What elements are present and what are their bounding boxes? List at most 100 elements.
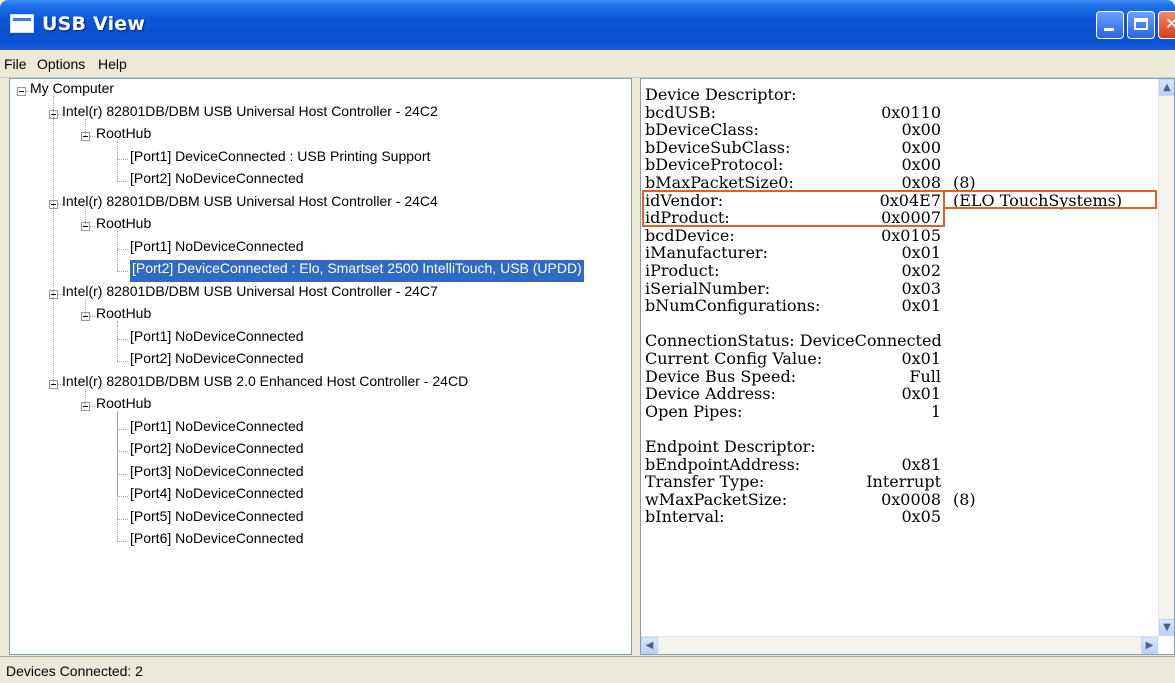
minimize-button[interactable] <box>1096 11 1124 39</box>
descriptor-line: bEndpointAddress: 0x81 <box>645 454 1155 474</box>
descriptor-value: 0x00 <box>901 137 941 157</box>
descriptor-value: 0x03 <box>901 278 941 298</box>
tree-item[interactable]: RootHub <box>96 125 151 147</box>
scroll-left-arrow-icon[interactable]: ◀ <box>641 637 658 654</box>
descriptor-value: 0x02 <box>901 261 941 280</box>
usb-view-app-icon <box>10 14 34 33</box>
tree-connector <box>117 519 128 520</box>
pane-splitter[interactable] <box>632 78 640 655</box>
descriptor-value: 0x01 <box>901 243 941 263</box>
descriptor-field: wMaxPacketSize: <box>645 489 788 509</box>
tree-connector <box>85 389 86 406</box>
descriptor-field: bDeviceProtocol: <box>645 155 784 175</box>
tree-connector <box>90 316 95 317</box>
descriptor-value: 0x00 <box>901 155 941 175</box>
descriptor-field: Device Descriptor: <box>645 85 797 104</box>
tree-item[interactable]: [Port2] NoDeviceConnected <box>130 440 304 462</box>
scroll-up-arrow-icon[interactable]: ▲ <box>1159 79 1174 96</box>
descriptor-line <box>645 314 1155 332</box>
menu-file[interactable]: File <box>4 56 27 72</box>
tree-item[interactable]: Intel(r) 82801DB/DBM USB Universal Host … <box>62 103 438 125</box>
descriptor-value: 0x01 <box>901 296 941 316</box>
descriptor-value: 0x01 <box>901 349 941 368</box>
descriptor-field: bcdUSB: <box>645 102 717 122</box>
tree-item[interactable]: [Port2] NoDeviceConnected <box>130 170 304 192</box>
tree-connector <box>117 271 128 272</box>
tree-connector <box>117 249 128 250</box>
tree-item[interactable]: RootHub <box>96 305 151 327</box>
tree-connector <box>90 406 95 407</box>
tree-connector <box>117 411 118 541</box>
descriptor-field: bDeviceClass: <box>645 120 759 140</box>
descriptor-line <box>645 419 1155 437</box>
tree-item[interactable]: Intel(r) 82801DB/DBM USB 2.0 Enhanced Ho… <box>62 373 468 395</box>
descriptor-value: 1 <box>930 401 941 421</box>
tree-item[interactable]: [Port2] NoDeviceConnected <box>130 350 304 372</box>
menu-help[interactable]: Help <box>98 56 127 72</box>
tree-item[interactable]: [Port1] DeviceConnected : USB Printing S… <box>130 148 430 170</box>
tree-connector <box>117 451 128 452</box>
tree-connector <box>117 159 128 160</box>
tree-item[interactable]: [Port1] NoDeviceConnected <box>130 238 304 260</box>
tree-item[interactable]: [Port1] NoDeviceConnected <box>130 328 304 350</box>
tree-item[interactable]: Intel(r) 82801DB/DBM USB Universal Host … <box>62 193 438 215</box>
tree-item[interactable]: [Port3] NoDeviceConnected <box>130 463 304 485</box>
descriptor-field: Device Bus Speed: <box>645 366 797 386</box>
status-bar: Devices Connected: 2 <box>0 656 1175 683</box>
descriptor-line: Transfer Type: Interrupt <box>645 472 1155 492</box>
scroll-right-arrow-icon[interactable]: ▶ <box>1141 637 1158 654</box>
tree-item[interactable]: [Port1] NoDeviceConnected <box>130 418 304 440</box>
close-button[interactable] <box>1158 11 1175 39</box>
tree-connector <box>85 119 86 136</box>
descriptor-line: bInterval: 0x05 <box>645 507 1155 527</box>
descriptor-line: Open Pipes: 1 <box>645 401 1155 421</box>
descriptor-line: iProduct: 0x02 <box>645 261 1155 280</box>
descriptor-extra: (8) <box>953 489 976 509</box>
descriptor-field: bInterval: <box>645 507 725 527</box>
descriptor-line: iManufacturer: 0x01 <box>645 243 1155 263</box>
descriptor-line: bMaxPacketSize0: 0x08 (8) <box>645 173 1155 192</box>
menu-options[interactable]: Options <box>37 56 85 72</box>
tree-item[interactable]: [Port4] NoDeviceConnected <box>130 485 304 507</box>
descriptor-field: iManufacturer: <box>645 243 768 263</box>
descriptor-field: ConnectionStatus: DeviceConnected <box>645 331 942 351</box>
descriptor-value: 0x0110 <box>881 102 941 122</box>
descriptor-field: bDeviceSubClass: <box>645 137 791 157</box>
descriptor-line: wMaxPacketSize: 0x0008 (8) <box>645 489 1155 509</box>
descriptor-value: 0x00 <box>901 120 941 140</box>
tree-connector <box>85 299 86 316</box>
descriptor-field: bNumConfigurations: <box>645 296 821 316</box>
descriptor-line: bDeviceSubClass: 0x00 <box>645 137 1155 157</box>
device-tree[interactable]: My Computer Intel(r) 82801DB/DBM USB Univ… <box>9 78 632 655</box>
descriptor-value: 0x05 <box>901 507 941 527</box>
horizontal-scrollbar[interactable]: ◀ ▶ <box>641 636 1158 654</box>
tree-item[interactable]: [Port5] NoDeviceConnected <box>130 508 304 530</box>
vertical-scrollbar[interactable]: ▲ ▼ <box>1158 79 1174 636</box>
title-bar[interactable]: USB View <box>0 0 1175 50</box>
tree-connector <box>117 231 118 271</box>
descriptor-value: 0x81 <box>901 454 941 474</box>
tree-item[interactable]: RootHub <box>96 395 151 417</box>
descriptor-field: iSerialNumber: <box>645 278 771 298</box>
descriptor-value: 0x01 <box>901 384 941 404</box>
tree-item[interactable]: My Computer <box>30 80 114 102</box>
tree-connector <box>117 496 128 497</box>
maximize-button[interactable] <box>1127 11 1155 39</box>
vendor-name-highlight <box>943 189 1157 210</box>
descriptor-value: Interrupt <box>866 472 941 492</box>
tree-connector <box>117 321 118 361</box>
descriptor-value: 0x0105 <box>881 225 941 245</box>
tree-item[interactable]: Intel(r) 82801DB/DBM USB Universal Host … <box>62 283 438 305</box>
tree-item[interactable]: [Port6] NoDeviceConnected <box>130 530 304 552</box>
descriptor-value: 0x0008 <box>881 489 941 509</box>
descriptor-line: bDeviceClass: 0x00 <box>645 120 1155 140</box>
descriptor-line: Device Address: 0x01 <box>645 384 1155 404</box>
descriptor-line: Device Descriptor: <box>645 85 1155 104</box>
device-details-pane[interactable]: ▲ ▼ ◀ ▶ Device Descriptor: bcdUSB: 0x0110 b… <box>640 78 1175 655</box>
tree-connector <box>90 226 95 227</box>
tree-item-selected[interactable]: [Port2] DeviceConnected : Elo, Smartset … <box>129 259 585 283</box>
scroll-down-arrow-icon[interactable]: ▼ <box>1159 619 1174 636</box>
tree-collapse-icon[interactable] <box>17 87 26 96</box>
tree-item[interactable]: RootHub <box>96 215 151 237</box>
descriptor-line: Device Bus Speed: Full <box>645 366 1155 386</box>
